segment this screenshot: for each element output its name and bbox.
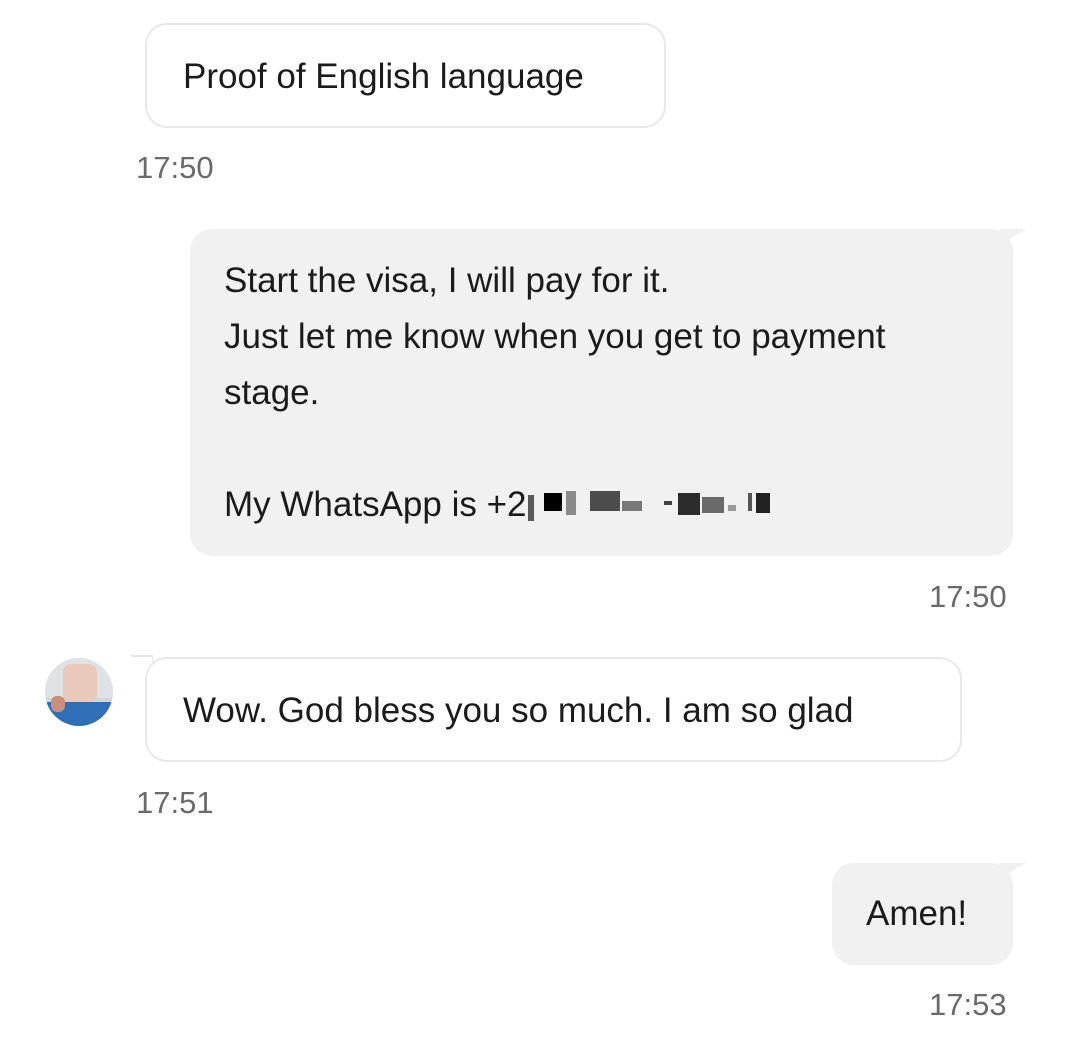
outgoing-message-bubble[interactable]: Amen! [832,863,1013,965]
message-timestamp: 17:51 [136,785,214,820]
message-text: Amen! [866,894,968,933]
message-line: Just let me know when you get to payment [224,317,886,356]
message-timestamp: 17:50 [929,579,1007,614]
message-line-blank [224,421,1013,477]
message-timestamp: 17:50 [136,150,214,185]
avatar-blur [51,696,65,712]
message-text: Proof of English language [183,57,584,96]
message-text: Wow. God bless you so much. I am so glad [183,691,854,730]
avatar-blur [63,664,97,702]
message-line: My WhatsApp is +2 [224,477,1013,533]
message-line: Start the visa, I will pay for it. [224,261,670,300]
outgoing-message-bubble[interactable]: Start the visa, I will pay for it. Just … [190,229,1013,556]
whatsapp-label: My WhatsApp is +2 [224,485,527,524]
message-timestamp: 17:53 [929,987,1007,1022]
incoming-message-bubble[interactable]: Proof of English language [145,23,666,128]
contact-avatar-blurred[interactable] [45,658,113,726]
message-line: stage. [224,373,320,412]
redacted-phone-number [526,487,788,527]
incoming-message-bubble[interactable]: Wow. God bless you so much. I am so glad [145,657,962,762]
